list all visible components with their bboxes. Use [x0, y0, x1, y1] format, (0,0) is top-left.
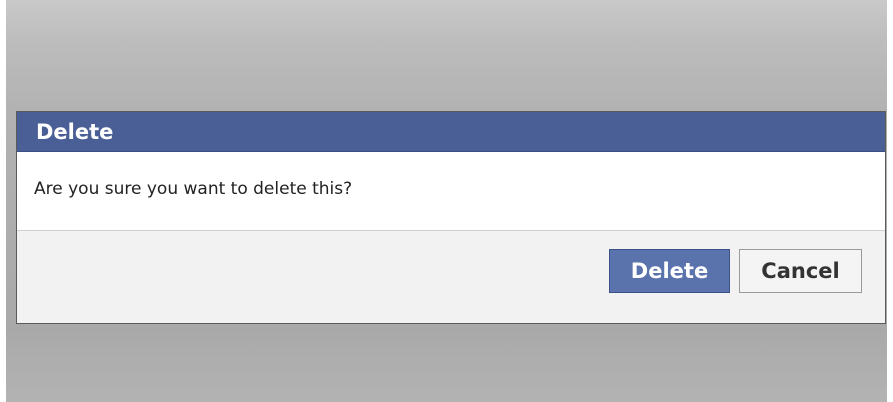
delete-dialog: Delete Are you sure you want to delete t… — [16, 111, 886, 324]
frame-edge-left — [0, 0, 6, 402]
dialog-message: Are you sure you want to delete this? — [34, 179, 353, 199]
dialog-header: Delete — [17, 112, 885, 152]
delete-button[interactable]: Delete — [609, 249, 730, 293]
dialog-footer: Delete Cancel — [17, 230, 885, 323]
frame-edge-right — [887, 0, 893, 402]
dialog-title: Delete — [36, 119, 114, 144]
dialog-body: Are you sure you want to delete this? — [17, 152, 885, 230]
cancel-button[interactable]: Cancel — [739, 249, 862, 293]
